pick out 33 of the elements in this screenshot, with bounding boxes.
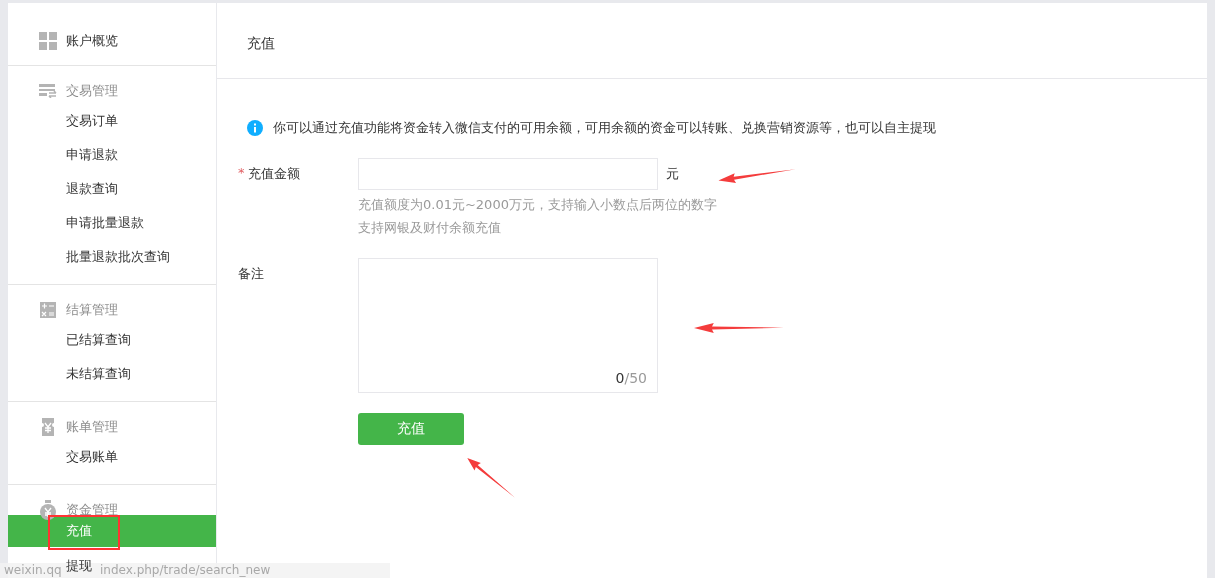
menu-item[interactable]: 提现 [66,557,92,575]
yen-ticket-icon [39,417,57,437]
menu-item[interactable]: 退款查询 [66,180,118,198]
grid-icon [39,31,57,51]
menu-group-label: 账单管理 [66,418,118,436]
char-counter: 0/50 [615,370,647,386]
calculator-icon [39,300,57,320]
menu-group-label: 交易管理 [66,82,118,100]
menu-group-label: 结算管理 [66,301,118,319]
field-label: 充值金额 [247,165,300,183]
field-label: 备注 [238,265,264,283]
menu-item[interactable]: 申请批量退款 [66,214,144,232]
menu-item[interactable]: 交易账单 [66,448,118,466]
unit-label: 元 [666,165,679,183]
menu-item[interactable]: 批量退款批次查询 [66,248,170,266]
page-title: 充值 [217,3,1207,79]
menu-item[interactable]: 交易订单 [66,112,118,130]
menu-item[interactable]: 申请退款 [66,146,118,164]
remark-field[interactable]: 0/50 [358,258,658,393]
highlight-box [48,515,120,550]
hint-text: 充值额度为0.01元~2000万元，支持输入小数点后两位的数字 [358,196,717,213]
menu-item[interactable]: 已结算查询 [66,331,131,349]
hint-text: 支持网银及财付余额充值 [358,219,502,236]
menu-group-label: 资金管理 [66,501,118,519]
notice-text: 你可以通过充值功能将资金转入微信支付的可用余额，可用余额的资金可以转账、兑换营销资源等，也可以自主提现 [273,119,936,137]
required-mark: * [238,165,245,182]
info-icon [247,120,263,136]
menu-item[interactable]: 账户概览 [66,32,118,50]
amount-field[interactable] [358,158,658,190]
menu-item[interactable]: 未结算查询 [66,365,131,383]
card-icon [39,81,57,101]
status-url: index.php/trade/search_new [100,563,271,578]
status-url: weixin.qq [4,563,62,578]
